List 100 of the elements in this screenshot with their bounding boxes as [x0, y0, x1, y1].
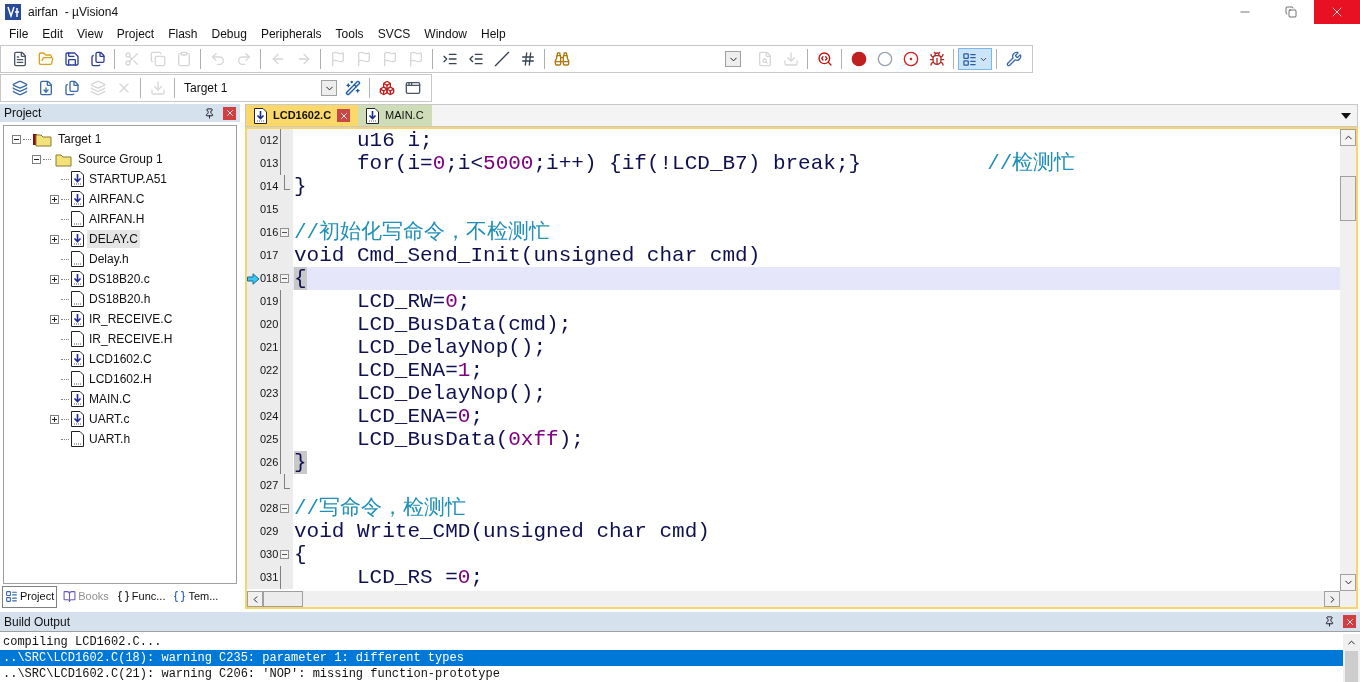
circle-icon: [876, 51, 893, 67]
scroll-thumb[interactable]: [1345, 651, 1358, 682]
tree-item[interactable]: UART.h: [87, 430, 133, 448]
close-button[interactable]: [1343, 615, 1356, 628]
menu-item[interactable]: Tools: [328, 25, 371, 43]
app-logo-icon: [5, 4, 21, 20]
menu-item[interactable]: Peripherals: [253, 25, 329, 43]
line-number: 031: [260, 570, 280, 586]
tree-item[interactable]: UART.c: [87, 410, 132, 428]
rebuild-icon: [63, 80, 80, 96]
copy-icon: [149, 51, 166, 67]
redo-icon: [235, 51, 252, 67]
pin-icon[interactable]: [204, 107, 215, 119]
tree-item[interactable]: Target 1: [56, 130, 104, 148]
source-file-icon: [71, 271, 84, 287]
source-file-icon: [71, 351, 84, 367]
dropdown-arrow-icon[interactable]: [1341, 113, 1351, 119]
line-number: 027: [260, 478, 280, 494]
panel-title: Project: [4, 105, 42, 122]
editor-tab[interactable]: LCD1602.C: [246, 105, 359, 126]
menu-item[interactable]: Flash: [161, 25, 205, 43]
panel-tab[interactable]: Project: [2, 585, 58, 608]
view-toggle-button[interactable]: [958, 48, 992, 70]
line-number: 020: [260, 317, 280, 333]
tree-item[interactable]: AIRFAN.C: [87, 190, 147, 208]
code-line: {: [294, 543, 307, 566]
panel-tab[interactable]: Tem...: [171, 585, 221, 608]
flag-icon: [407, 51, 424, 67]
save-icon: [63, 51, 80, 67]
expand-toggle[interactable]: [50, 414, 59, 424]
paste-icon: [175, 51, 192, 67]
header-file-icon: [71, 291, 84, 307]
tree-item[interactable]: DS18B20.h: [87, 290, 153, 308]
dropdown-field[interactable]: [725, 51, 741, 67]
pin-icon[interactable]: [1324, 616, 1335, 627]
source-file-icon: [71, 411, 84, 427]
expand-toggle[interactable]: [50, 194, 59, 204]
line-number: 014: [260, 179, 280, 195]
panel-tab[interactable]: Func...: [114, 585, 168, 608]
close-button[interactable]: [223, 106, 236, 120]
menu-item[interactable]: Debug: [204, 25, 254, 43]
source-file-icon: [71, 391, 84, 407]
expand-toggle[interactable]: [50, 314, 59, 324]
source-file-icon: [254, 107, 267, 124]
window-title: airfan - µVision4: [28, 4, 119, 21]
output-line[interactable]: compiling LCD1602.C...: [0, 634, 1343, 650]
expand-toggle[interactable]: [50, 234, 59, 244]
collapse-toggle[interactable]: [12, 134, 21, 144]
source-file-icon: [71, 171, 84, 187]
tree-item[interactable]: LCD1602.H: [87, 370, 154, 388]
tree-item[interactable]: STARTUP.A51: [87, 170, 170, 188]
wrench-icon: [1005, 51, 1022, 67]
vertical-scrollbar[interactable]: [1343, 634, 1360, 682]
source-file-icon: [71, 231, 84, 247]
vertical-scrollbar[interactable]: [1340, 129, 1356, 591]
flag-icon: [381, 51, 398, 67]
tree-item[interactable]: Delay.h: [87, 250, 131, 268]
line-number: 025: [260, 432, 280, 448]
layers-icon: [11, 80, 28, 96]
boxes-icon: [378, 80, 395, 96]
tree-item[interactable]: MAIN.C: [87, 390, 133, 408]
code-line: void Cmd_Send_Init(unsigned char cmd): [294, 244, 761, 267]
folder-icon: [53, 151, 73, 167]
fold-toggle[interactable]: [280, 274, 289, 283]
tree-item[interactable]: IR_RECEIVE.C: [87, 310, 175, 328]
source-file-icon: [71, 311, 84, 327]
scroll-thumb[interactable]: [1340, 176, 1356, 221]
menu-item[interactable]: Window: [417, 25, 474, 43]
menu-item[interactable]: View: [70, 25, 110, 43]
menu-item[interactable]: File: [2, 25, 36, 43]
close-tab-button[interactable]: [337, 109, 351, 122]
header-file-icon: [71, 431, 84, 447]
tree-item[interactable]: Source Group 1: [76, 150, 165, 168]
tree-item[interactable]: AIRFAN.H: [87, 210, 147, 228]
code-line: //写命令，检测忙: [294, 497, 467, 520]
code-line: LCD_DelayNop();: [356, 382, 547, 405]
indent-icon: [441, 51, 458, 67]
output-line[interactable]: ..\SRC\LCD1602.C(21): warning C206: 'NOP': missing function-prototype: [0, 666, 1343, 682]
tree-item[interactable]: DS18B20.c: [87, 270, 152, 288]
fold-toggle[interactable]: [280, 550, 289, 559]
magnifier-icon: [816, 51, 833, 67]
menu-item[interactable]: SVCS: [370, 25, 418, 43]
expand-toggle[interactable]: [50, 274, 59, 284]
fold-toggle[interactable]: [280, 504, 289, 513]
tree-item[interactable]: LCD1602.C: [87, 350, 154, 368]
line-number: 016: [260, 225, 280, 241]
fold-toggle[interactable]: [280, 228, 289, 237]
menu-item[interactable]: Project: [109, 25, 162, 43]
collapse-toggle[interactable]: [32, 154, 41, 164]
editor-tab[interactable]: MAIN.C: [358, 105, 432, 126]
tree-item[interactable]: IR_RECEIVE.H: [87, 330, 175, 348]
tree-item[interactable]: DELAY.C: [87, 230, 140, 248]
target-dropdown[interactable]: Target 1: [181, 78, 337, 98]
close-icon: [224, 108, 235, 118]
horizontal-scrollbar[interactable]: [247, 591, 1356, 607]
scroll-thumb[interactable]: [263, 591, 303, 607]
restore-icon: [1285, 6, 1297, 18]
menu-item[interactable]: Edit: [35, 25, 71, 43]
menu-item[interactable]: Help: [474, 25, 513, 43]
outdent-icon: [467, 51, 484, 67]
